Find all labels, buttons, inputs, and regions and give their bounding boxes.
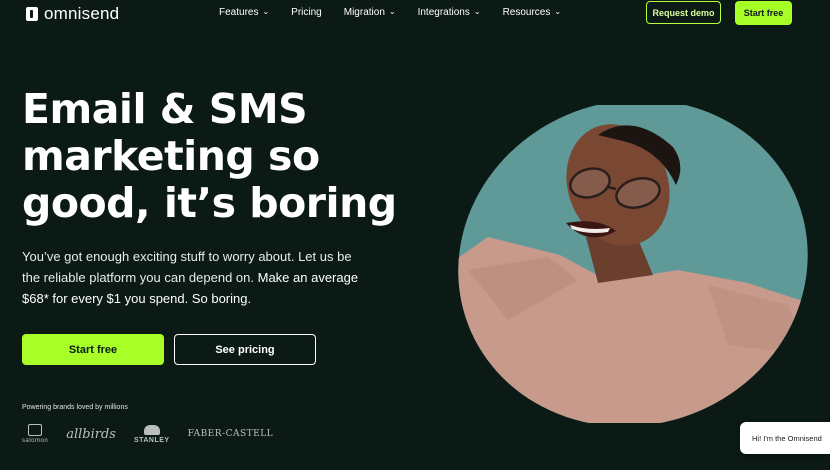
brand-logos: salomon allbirds STANLEY FABER-CASTELL <box>22 424 273 444</box>
nav-features-label: Features <box>219 7 259 18</box>
nav-integrations[interactable]: Integrations ⌄ <box>418 7 481 18</box>
stanley-bear-icon <box>143 424 160 435</box>
nav-pricing-label: Pricing <box>291 7 322 18</box>
see-pricing-button[interactable]: See pricing <box>174 334 316 365</box>
salomon-icon <box>28 424 43 436</box>
top-navigation: omnisend Features ⌄ Pricing Migration ⌄ … <box>0 0 830 28</box>
headline-line-1: Email & SMS <box>22 85 308 133</box>
start-free-button[interactable]: Start free <box>22 334 164 365</box>
nav-migration[interactable]: Migration ⌄ <box>344 7 396 18</box>
faber-castell-logo: FABER-CASTELL <box>187 429 274 439</box>
salomon-wordmark: salomon <box>22 438 49 444</box>
brand-name: omnisend <box>44 4 120 23</box>
hero-headline: Email & SMS marketing so good, it’s bori… <box>22 86 422 227</box>
allbirds-logo: allbirds <box>66 426 116 442</box>
stanley-wordmark: STANLEY <box>133 436 170 444</box>
salomon-logo: salomon <box>22 424 48 444</box>
main-menu: Features ⌄ Pricing Migration ⌄ Integrati… <box>219 7 561 18</box>
nav-integrations-label: Integrations <box>417 7 470 18</box>
start-free-nav-button[interactable]: Start free <box>735 1 792 25</box>
chevron-down-icon: ⌄ <box>473 7 481 16</box>
nav-features[interactable]: Features ⌄ <box>219 7 269 18</box>
headline-line-3: good, it’s boring <box>22 179 397 227</box>
stanley-logo: STANLEY <box>133 424 170 444</box>
nav-migration-label: Migration <box>343 7 385 18</box>
chevron-down-icon: ⌄ <box>262 7 270 16</box>
chevron-down-icon: ⌄ <box>388 7 396 16</box>
hero-subtext: You’ve got enough exciting stuff to worr… <box>22 246 367 309</box>
chat-widget[interactable]: Hi! I'm the Omnisend <box>740 422 830 454</box>
omnisend-logo-icon <box>26 7 38 21</box>
headline-line-2: marketing so <box>22 132 320 180</box>
chevron-down-icon: ⌄ <box>554 7 562 16</box>
request-demo-button[interactable]: Request demo <box>646 1 721 24</box>
powered-by-label: Powering brands loved by millions <box>22 404 128 411</box>
nav-resources-label: Resources <box>502 7 551 18</box>
hero-image <box>448 105 830 423</box>
omnisend-logo[interactable]: omnisend <box>26 4 119 24</box>
nav-pricing[interactable]: Pricing <box>291 7 322 18</box>
nav-resources[interactable]: Resources ⌄ <box>503 7 562 18</box>
